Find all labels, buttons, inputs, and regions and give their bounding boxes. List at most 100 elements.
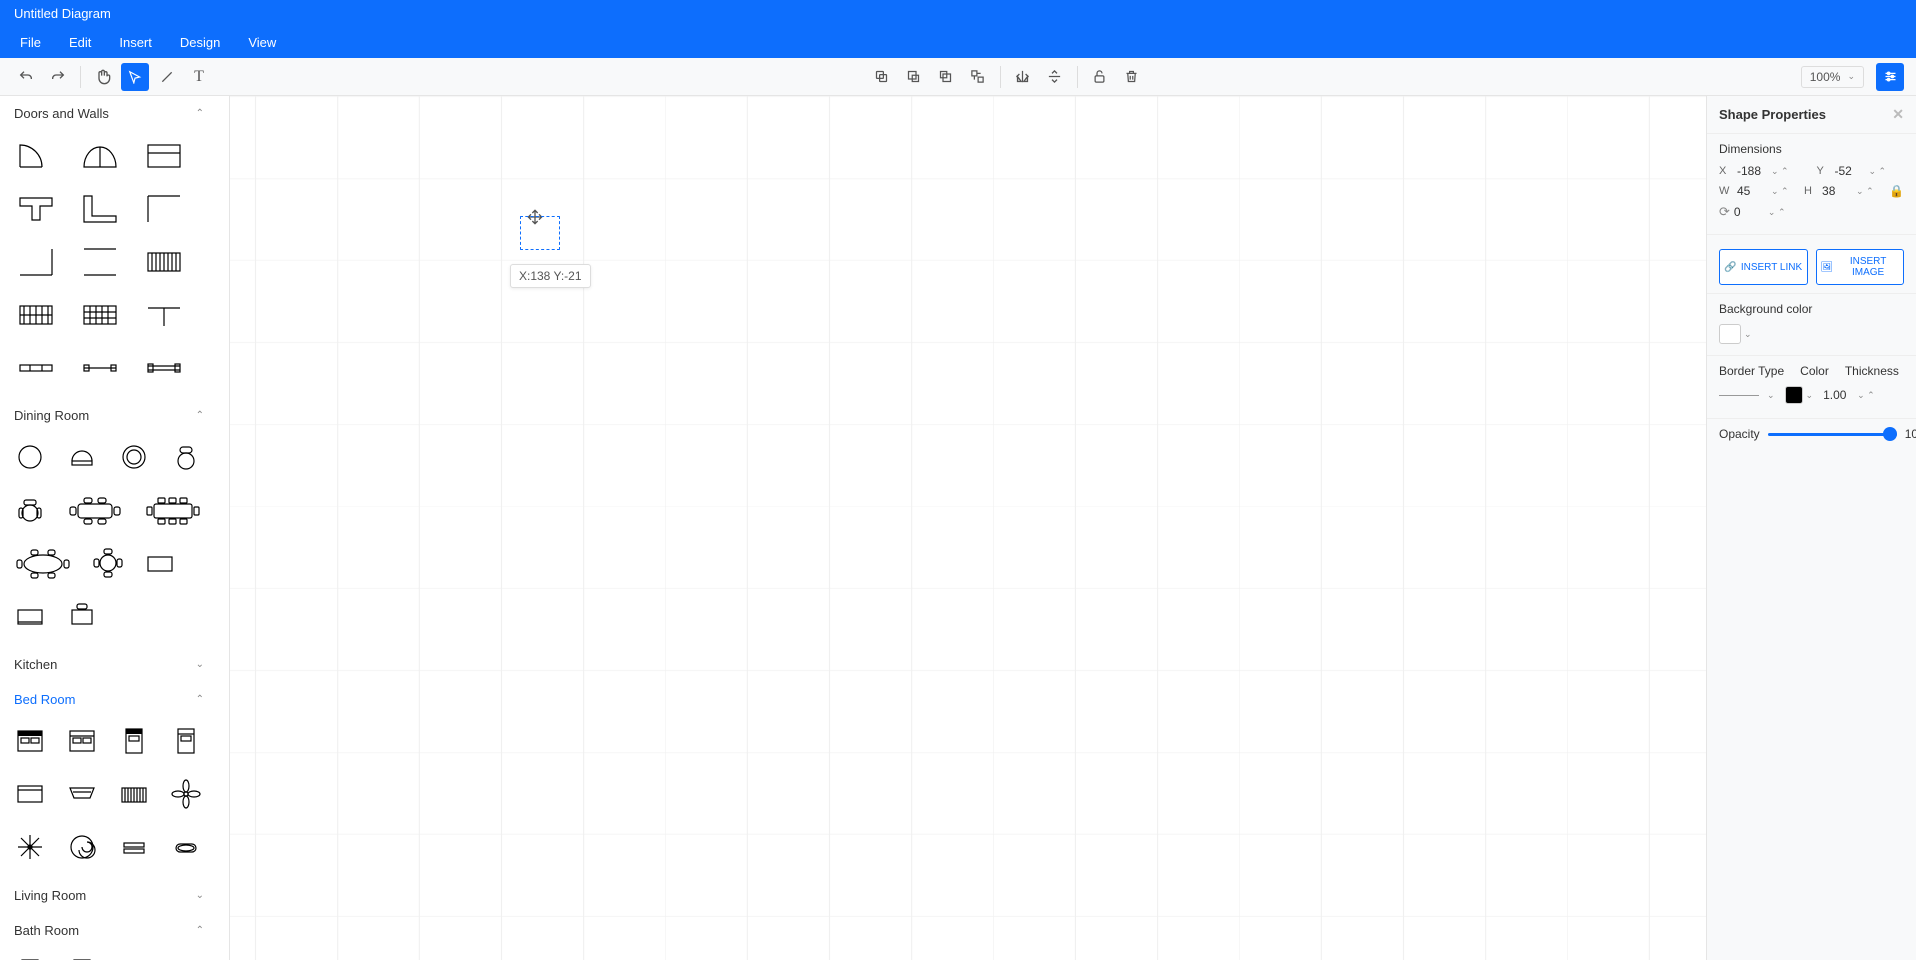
front-button[interactable] <box>932 63 960 91</box>
shape-chair-round1[interactable] <box>14 441 46 476</box>
rotation-field[interactable]: ⟳0⌄ ⌃ <box>1719 204 1807 220</box>
close-icon[interactable]: ✕ <box>1892 106 1904 123</box>
text-tool-button[interactable]: T <box>185 63 213 91</box>
insert-image-button[interactable]: 🖼INSERT IMAGE <box>1816 249 1905 285</box>
shape-spiral[interactable] <box>66 831 98 866</box>
shape-heater[interactable] <box>118 778 150 813</box>
shape-chair-tall[interactable] <box>170 441 202 476</box>
color-label: Color <box>1800 364 1829 378</box>
bgcolor-label: Background color <box>1719 302 1904 316</box>
x-field[interactable]: X-188⌄ ⌃ <box>1719 164 1807 178</box>
shape-chair-round2[interactable] <box>66 441 98 476</box>
menu-insert[interactable]: Insert <box>105 27 166 58</box>
shape-bed-double1[interactable] <box>14 725 46 760</box>
shape-tee-wall[interactable] <box>14 192 58 227</box>
shape-table-plain1[interactable] <box>144 547 176 582</box>
flip-v-button[interactable] <box>1041 63 1069 91</box>
shape-corner-l3[interactable] <box>14 245 58 280</box>
line-tool-button[interactable] <box>153 63 181 91</box>
shape-shower2[interactable] <box>170 956 202 960</box>
link-icon: 🔗 <box>1724 262 1736 273</box>
pan-button[interactable] <box>89 63 117 91</box>
shape-mat[interactable] <box>118 831 150 866</box>
shape-dresser[interactable] <box>14 778 46 813</box>
shape-table-rect4[interactable] <box>66 494 124 529</box>
shape-fan2[interactable] <box>14 831 46 866</box>
category-kitchen[interactable]: Kitchen⌄ <box>0 647 222 682</box>
shape-toilet2[interactable] <box>66 956 98 960</box>
shape-segment2[interactable] <box>78 351 122 386</box>
select-button[interactable] <box>121 63 149 91</box>
shape-pill[interactable] <box>170 831 202 866</box>
category-living-room[interactable]: Living Room⌄ <box>0 878 222 913</box>
chevron-up-icon: ⌃ <box>196 410 204 421</box>
document-title: Untitled Diagram <box>0 0 1916 27</box>
category-bed-room[interactable]: Bed Room⌃ <box>0 682 222 717</box>
shape-door-double[interactable] <box>78 139 122 174</box>
shape-bed-single1[interactable] <box>118 725 150 760</box>
shape-bed-single2[interactable] <box>170 725 202 760</box>
shape-corner-l1[interactable] <box>78 192 122 227</box>
redo-button[interactable] <box>44 63 72 91</box>
menu-file[interactable]: File <box>6 27 55 58</box>
category-dining-room[interactable]: Dining Room⌃ <box>0 398 222 433</box>
category-doors-walls[interactable]: Doors and Walls⌃ <box>0 96 222 131</box>
chevron-up-icon: ⌃ <box>196 925 204 936</box>
shape-fan[interactable] <box>170 778 202 813</box>
shape-opening[interactable] <box>142 139 186 174</box>
shape-shower1[interactable] <box>118 956 150 960</box>
panel-toggle-button[interactable] <box>1876 63 1904 91</box>
category-bath-room[interactable]: Bath Room⌃ <box>0 913 222 948</box>
lock-aspect-icon[interactable]: 🔒 <box>1889 184 1904 198</box>
shape-window3[interactable] <box>78 298 122 333</box>
selection-rectangle <box>520 216 560 250</box>
border-color-picker[interactable]: ⌄ <box>1785 386 1814 404</box>
undo-button[interactable] <box>12 63 40 91</box>
shape-toilet1[interactable] <box>14 956 46 960</box>
shape-window2[interactable] <box>14 298 58 333</box>
send-back-button[interactable] <box>900 63 928 91</box>
opacity-slider[interactable] <box>1768 433 1897 436</box>
shape-chair-round3[interactable] <box>118 441 150 476</box>
image-icon: 🖼 <box>1821 262 1834 273</box>
shape-ac[interactable] <box>66 778 98 813</box>
shape-table-stool[interactable] <box>66 600 98 635</box>
shape-chair-arms[interactable] <box>14 494 46 529</box>
shape-segment1[interactable] <box>14 351 58 386</box>
border-type-picker[interactable]: ⌄ <box>1719 390 1775 401</box>
shape-window1[interactable] <box>142 245 186 280</box>
lock-button[interactable] <box>1086 63 1114 91</box>
menu-bar: File Edit Insert Design View <box>0 27 1916 58</box>
menu-edit[interactable]: Edit <box>55 27 105 58</box>
insert-link-button[interactable]: 🔗INSERT LINK <box>1719 249 1808 285</box>
border-type-label: Border Type <box>1719 364 1784 378</box>
coordinate-tooltip: X:138 Y:-21 <box>510 264 591 288</box>
delete-button[interactable] <box>1118 63 1146 91</box>
w-field[interactable]: W45⌄ ⌃ <box>1719 184 1794 198</box>
shape-table-rect6[interactable] <box>144 494 202 529</box>
shape-corner-l2[interactable] <box>142 192 186 227</box>
shape-table-plain2[interactable] <box>14 600 46 635</box>
shape-table-round4[interactable] <box>92 547 124 582</box>
shape-bed-double2[interactable] <box>66 725 98 760</box>
shape-segment3[interactable] <box>142 351 186 386</box>
shapes-sidebar[interactable]: Doors and Walls⌃ Dining Room⌃ <box>0 96 230 960</box>
copy-button[interactable] <box>868 63 896 91</box>
flip-h-button[interactable] <box>1009 63 1037 91</box>
shape-wall-thin[interactable] <box>142 298 186 333</box>
shape-table-oval[interactable] <box>14 547 72 582</box>
h-field[interactable]: H38⌄ ⌃ <box>1804 184 1879 198</box>
menu-design[interactable]: Design <box>166 27 234 58</box>
properties-panel: Shape Properties ✕ Dimensions X-188⌄ ⌃ Y… <box>1706 96 1916 960</box>
y-field[interactable]: Y-52⌄ ⌃ <box>1817 164 1905 178</box>
shape-wall[interactable] <box>78 245 122 280</box>
shape-door-arc[interactable] <box>14 139 58 174</box>
menu-view[interactable]: View <box>234 27 290 58</box>
chevron-up-icon: ⌃ <box>196 108 204 119</box>
toolbar: T 100%⌄ <box>0 58 1916 96</box>
group-button[interactable] <box>964 63 992 91</box>
zoom-select[interactable]: 100%⌄ <box>1801 66 1864 88</box>
canvas[interactable]: X:138 Y:-21 <box>230 96 1706 960</box>
thickness-field[interactable]: 1.00⌄ ⌃ <box>1823 388 1904 402</box>
bgcolor-picker[interactable]: ⌄ <box>1719 324 1752 344</box>
